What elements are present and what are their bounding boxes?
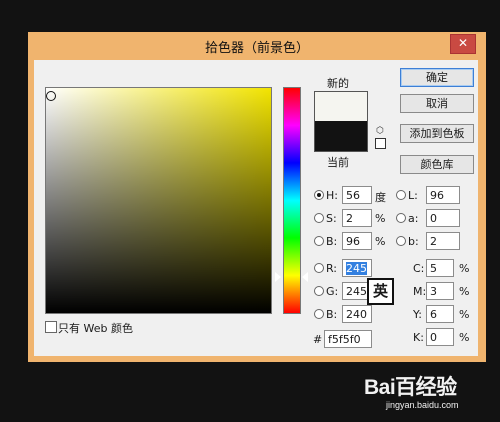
s-input[interactable]: 2 [342, 209, 372, 227]
close-button[interactable]: ✕ [450, 34, 476, 54]
current-color-swatch[interactable] [314, 121, 368, 152]
r-input[interactable]: 245 [342, 259, 372, 277]
g-label: G: [326, 285, 339, 298]
y-label: Y: [413, 308, 422, 321]
brightness-label: B: [326, 235, 338, 248]
h-label: H: [326, 189, 338, 202]
a-radio[interactable] [396, 213, 406, 223]
add-to-swatches-button[interactable]: 添加到色板 [400, 124, 474, 143]
c-unit: % [459, 262, 470, 275]
hue-slider-right-arrow-icon[interactable] [302, 272, 308, 282]
h-input[interactable]: 56 [342, 186, 372, 204]
title-bar[interactable]: 拾色器（前景色） ✕ [28, 32, 486, 59]
k-input[interactable]: 0 [426, 328, 454, 346]
s-unit: % [375, 212, 386, 225]
blue-label: B: [326, 308, 338, 321]
cancel-button[interactable]: 取消 [400, 94, 474, 113]
blue-input[interactable]: 240 [342, 305, 372, 323]
r-radio[interactable] [314, 263, 324, 273]
hex-input[interactable]: f5f5f0 [324, 330, 372, 348]
ime-indicator: 英 [367, 278, 394, 305]
y-unit: % [459, 308, 470, 321]
gamut-cube-icon[interactable]: ⬡ [375, 126, 385, 136]
r-label: R: [326, 262, 338, 275]
s-label: S: [326, 212, 337, 225]
blue-radio[interactable] [314, 309, 324, 319]
m-label: M: [413, 285, 427, 298]
l-label: L: [408, 189, 418, 202]
hue-slider-left-arrow-icon[interactable] [275, 272, 281, 282]
lab-b-radio[interactable] [396, 236, 406, 246]
a-label: a: [408, 212, 419, 225]
color-field[interactable] [45, 87, 272, 314]
web-colors-only-checkbox[interactable] [45, 321, 57, 333]
m-unit: % [459, 285, 470, 298]
m-input[interactable]: 3 [426, 282, 454, 300]
s-radio[interactable] [314, 213, 324, 223]
ok-button[interactable]: 确定 [400, 68, 474, 87]
k-unit: % [459, 331, 470, 344]
color-field-marker[interactable] [46, 91, 56, 101]
brightness-unit: % [375, 235, 386, 248]
brightness-radio[interactable] [314, 236, 324, 246]
y-input[interactable]: 6 [426, 305, 454, 323]
h-radio[interactable] [314, 190, 324, 200]
g-radio[interactable] [314, 286, 324, 296]
baidu-watermark: Bai百经验 jingyan.baidu.com [362, 369, 492, 417]
color-libraries-button[interactable]: 颜色库 [400, 155, 474, 174]
dialog-title: 拾色器（前景色） [204, 41, 309, 56]
l-input[interactable]: 96 [426, 186, 460, 204]
new-color-label: 新的 [327, 77, 349, 90]
hue-slider[interactable] [283, 87, 301, 314]
hex-label: # [313, 333, 323, 346]
new-color-swatch [314, 91, 368, 122]
current-color-label: 当前 [327, 156, 349, 169]
l-radio[interactable] [396, 190, 406, 200]
watermark-url: jingyan.baidu.com [386, 400, 459, 410]
h-unit: 度 [375, 191, 386, 204]
lab-b-input[interactable]: 2 [426, 232, 460, 250]
brightness-input[interactable]: 96 [342, 232, 372, 250]
watermark-logo: Bai百经验 [364, 376, 457, 399]
c-label: C: [413, 262, 425, 275]
c-input[interactable]: 5 [426, 259, 454, 277]
a-input[interactable]: 0 [426, 209, 460, 227]
web-safe-color-icon[interactable] [375, 138, 386, 149]
lab-b-label: b: [408, 235, 419, 248]
web-colors-only-label: 只有 Web 颜色 [58, 322, 133, 335]
k-label: K: [413, 331, 424, 344]
r-input-value: 245 [346, 262, 367, 275]
